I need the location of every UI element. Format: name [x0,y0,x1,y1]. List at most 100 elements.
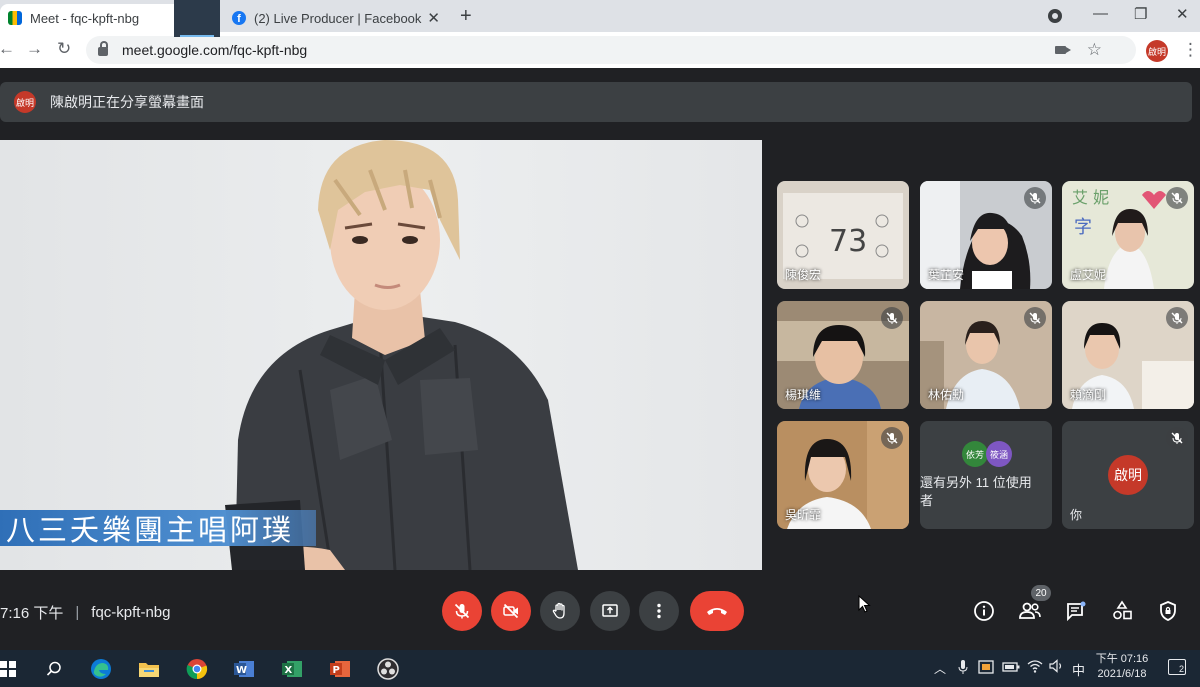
self-tile[interactable]: 啟明 你 [1062,421,1194,529]
presentation-view[interactable]: 八三夭樂團主唱阿璞 [0,140,762,570]
presenter-photo [225,140,578,570]
browser-toolbar: ← → ↻ meet.google.com/fqc-kpft-nbg ☆ [0,32,1200,68]
word-icon[interactable]: W [230,656,258,682]
chat-button[interactable] [1063,598,1089,624]
obs-studio-icon[interactable] [374,656,402,682]
svg-text:艾 妮: 艾 妮 [1072,188,1109,207]
other-avatar: 依芳 [962,441,988,467]
taskbar-clock[interactable]: 下午 07:16 2021/6/18 [1090,652,1154,682]
svg-text:P: P [333,665,340,676]
new-tab-button[interactable]: + [460,5,472,28]
participant-name: 盧艾妮 [1070,268,1107,282]
ime-indicator[interactable]: 中 [1072,660,1085,679]
edge-icon[interactable] [87,656,115,682]
address-bar[interactable]: meet.google.com/fqc-kpft-nbg ☆ [86,36,1136,64]
notification-center-icon[interactable]: 2 [1168,659,1186,675]
mic-off-icon [1166,427,1188,449]
close-window-button[interactable]: ✕ [1176,5,1189,23]
tab-search-icon[interactable] [1048,9,1062,23]
leave-call-button[interactable] [690,591,744,631]
camera-toggle-button[interactable] [491,591,531,631]
camera-permission-icon[interactable] [1055,46,1071,54]
activities-icon [1113,600,1132,620]
host-controls-button[interactable] [1155,598,1181,624]
svg-text:73: 73 [829,224,867,259]
tab-close-icon[interactable]: ✕ [427,9,440,27]
participant-count-badge: 20 [1031,585,1051,601]
meeting-code: fqc-kpft-nbg [91,604,171,621]
file-explorer-icon[interactable] [135,656,163,682]
excel-icon[interactable]: X [278,656,306,682]
participant-tile[interactable]: 林佑勳 [920,301,1052,409]
chat-icon [1067,601,1086,622]
mouse-cursor-icon [858,595,871,613]
volume-icon[interactable] [1049,659,1065,676]
mic-off-icon [881,427,903,449]
battery-icon[interactable] [1002,661,1020,676]
mic-off-icon [1024,307,1046,329]
clock-date: 2021/6/18 [1097,668,1147,680]
powerpoint-icon[interactable]: P [326,656,354,682]
security-tray-icon[interactable] [978,660,994,677]
mic-off-icon [1166,187,1188,209]
camera-off-icon [503,603,519,619]
present-icon [602,604,618,617]
minimize-button[interactable]: — [1093,5,1108,22]
participant-name: 楊琪維 [785,388,822,402]
participant-name: 陳俊宏 [785,268,822,282]
mic-toggle-button[interactable] [442,591,482,631]
participant-tile[interactable]: 吳昕霏 [777,421,909,529]
more-options-button[interactable] [639,591,679,631]
mic-off-icon [1024,187,1046,209]
participant-name: 林佑勳 [928,388,965,402]
presenting-text: 陳啟明正在分享螢幕畫面 [50,94,204,110]
participant-tile[interactable]: 楊琪維 [777,301,909,409]
raise-hand-button[interactable] [540,591,580,631]
mic-off-icon [1166,307,1188,329]
meeting-details-button[interactable] [971,598,997,624]
google-meet-icon [8,11,22,25]
others-tile[interactable]: 依芳 筱涵 還有另外 11 位使用者 [920,421,1052,529]
tab-title: Meet - fqc-kpft-nbg [30,10,140,26]
forward-icon[interactable]: → [26,39,43,59]
wifi-icon[interactable] [1027,659,1043,676]
participant-tile[interactable]: 艾 妮 字 盧艾妮 [1062,181,1194,289]
people-icon [1019,602,1041,619]
svg-text:字: 字 [1074,217,1092,238]
tray-expand-icon[interactable]: ︿ [934,660,946,677]
facebook-icon: f [232,11,246,25]
others-count-text: 還有另外 11 位使用者 [920,475,1032,508]
activities-button[interactable] [1109,598,1135,624]
svg-text:W: W [236,665,247,676]
tab-title: (2) Live Producer | Facebook [254,10,422,26]
participants-button[interactable] [1017,598,1043,624]
participant-tile[interactable]: 73 陳俊宏 [777,181,909,289]
participant-name: 葉芷安 [928,268,965,282]
tab-facebook[interactable]: f (2) Live Producer | Facebook ✕ [224,4,448,32]
shield-lock-icon [1160,601,1176,621]
self-avatar: 啟明 [1108,455,1148,495]
participant-tile[interactable]: 葉芷安 [920,181,1052,289]
hang-up-icon [707,608,727,615]
participant-name: 吳昕霏 [785,508,822,522]
maximize-button[interactable]: ❐ [1134,5,1147,23]
chrome-icon[interactable] [183,656,211,682]
chrome-menu-icon[interactable]: ⋮ [1182,40,1199,60]
search-icon[interactable] [40,656,68,682]
presentation-caption: 八三夭樂團主唱阿璞 [0,510,317,547]
presenting-banner: 啟明 陳啟明正在分享螢幕畫面 [0,82,1192,122]
back-icon[interactable]: ← [0,39,15,59]
present-screen-button[interactable] [590,591,630,631]
microphone-tray-icon[interactable] [958,659,968,678]
participant-name: 賴滴剛 [1070,388,1107,402]
url-text: meet.google.com/fqc-kpft-nbg [122,42,308,58]
bookmark-star-icon[interactable]: ☆ [1087,40,1102,60]
other-avatar: 筱涵 [986,441,1012,467]
meeting-info: 7:16 下午 | fqc-kpft-nbg [0,602,171,623]
meeting-separator: | [75,604,80,621]
reload-icon[interactable]: ↻ [57,39,71,59]
info-icon [974,601,994,621]
participant-tile[interactable]: 賴滴剛 [1062,301,1194,409]
profile-avatar[interactable]: 啟明 [1146,40,1168,62]
start-windows-icon[interactable] [0,656,22,682]
